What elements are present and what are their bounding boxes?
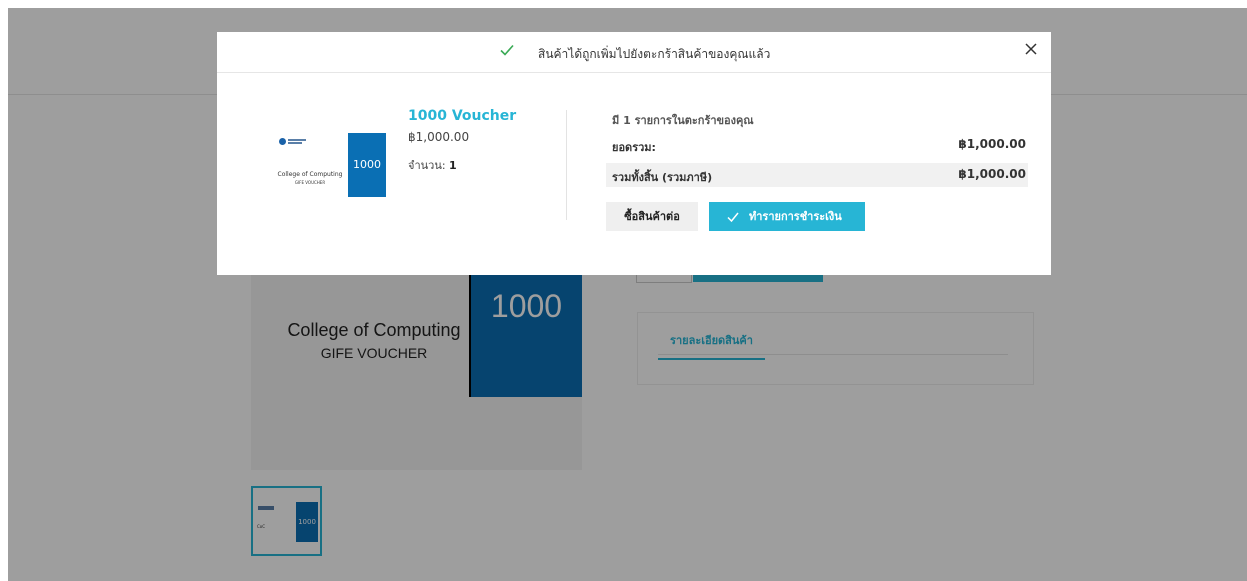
check-icon — [727, 212, 739, 223]
cart-product-quantity: จำนวน: 1 — [408, 159, 457, 172]
cart-product-image-text: College of Computing GIFE VOUCHER — [277, 171, 343, 185]
cart-product-image: College of Computing GIFE VOUCHER 1000 — [276, 133, 386, 197]
total-label: รวมทั้งสิ้น (รวมภาษี) — [612, 171, 713, 184]
modal-divider — [566, 110, 567, 220]
modal-message: สินค้าได้ถูกเพิ่มไปยังตะกร้าสินค้าของคุณ… — [538, 47, 771, 61]
total-value: ฿1,000.00 — [958, 167, 1026, 181]
modal-header: สินค้าได้ถูกเพิ่มไปยังตะกร้าสินค้าของคุณ… — [217, 32, 1051, 73]
cart-product-name[interactable]: 1000 Voucher — [408, 108, 516, 124]
subtotal-value: ฿1,000.00 — [958, 137, 1026, 151]
added-to-cart-modal: สินค้าได้ถูกเพิ่มไปยังตะกร้าสินค้าของคุณ… — [217, 32, 1051, 275]
total-row: รวมทั้งสิ้น (รวมภาษี) ฿1,000.00 — [606, 163, 1028, 187]
checkout-button-label: ทำรายการชำระเงิน — [749, 210, 842, 223]
subtotal-row: ยอดรวม: ฿1,000.00 — [606, 133, 1028, 157]
subtotal-label: ยอดรวม: — [612, 141, 656, 154]
cart-product-price: ฿1,000.00 — [408, 130, 470, 144]
college-logo-icon — [279, 138, 307, 145]
check-icon — [500, 44, 514, 56]
close-icon[interactable] — [1025, 43, 1037, 55]
checkout-button[interactable]: ทำรายการชำระเงิน — [709, 202, 865, 231]
continue-shopping-button[interactable]: ซื้อสินค้าต่อ — [606, 202, 698, 231]
cart-count-text: มี 1 รายการในตะกร้าของคุณ — [612, 114, 754, 127]
cart-product-image-value: 1000 — [348, 133, 386, 197]
